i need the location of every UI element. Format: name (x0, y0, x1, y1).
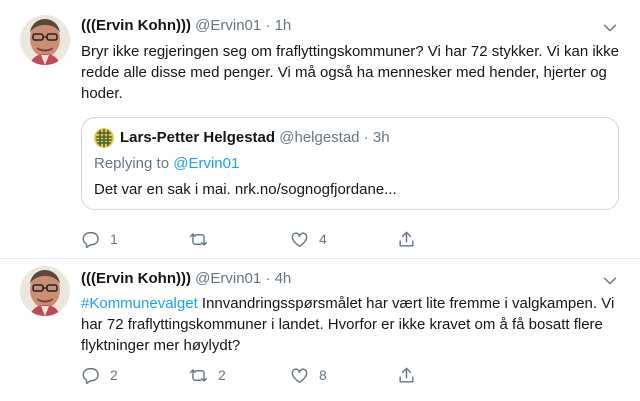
chevron-down-icon[interactable] (602, 273, 618, 289)
share-button[interactable] (397, 228, 416, 250)
reply-count: 2 (110, 367, 118, 383)
share-button[interactable] (397, 364, 416, 386)
quote-separator: · (363, 129, 369, 146)
reply-button[interactable]: 2 (81, 364, 118, 386)
quote-display-name: Lars-Petter Helgestad (120, 129, 276, 146)
avatar[interactable] (20, 15, 70, 65)
reply-button[interactable]: 1 (81, 228, 118, 250)
tweet-actions: 1 4 (81, 228, 621, 250)
replying-prefix: Replying to (94, 155, 174, 172)
like-count: 8 (319, 367, 327, 383)
handle[interactable]: @Ervin01 (195, 270, 261, 287)
display-name[interactable]: (((Ervin Kohn))) (81, 17, 191, 34)
like-count: 4 (319, 231, 327, 247)
reply-icon (81, 230, 100, 249)
quoted-tweet[interactable]: Lars-Petter Helgestad @helgestad · 3h Re… (81, 117, 619, 210)
separator: · (265, 17, 271, 34)
like-icon (290, 366, 309, 385)
retweet-button[interactable]: 2 (189, 364, 226, 386)
retweet-count: 2 (218, 367, 226, 383)
retweet-icon (189, 366, 208, 385)
tweet[interactable]: (((Ervin Kohn))) @Ervin01 · 1h Bryr ikke… (0, 0, 640, 259)
mention-link[interactable]: @Ervin01 (173, 155, 239, 172)
tweet-text: Bryr ikke regjeringen seg om fraflytting… (81, 43, 620, 102)
like-button[interactable]: 4 (290, 228, 327, 250)
tweet-actions: 2 2 8 (81, 364, 621, 386)
tweet[interactable]: (((Ervin Kohn))) @Ervin01 · 4h #Kommunev… (0, 260, 640, 401)
like-icon (290, 230, 309, 249)
like-button[interactable]: 8 (290, 364, 327, 386)
avatar[interactable] (20, 266, 70, 316)
retweet-icon (189, 230, 208, 249)
tweet-header: (((Ervin Kohn))) @Ervin01 · 1h (81, 17, 291, 37)
quote-handle: @helgestad (279, 129, 360, 146)
timestamp[interactable]: 4h (275, 270, 292, 287)
quote-avatar (94, 128, 114, 148)
hashtag-link[interactable]: #Kommunevalget (81, 295, 198, 312)
chevron-down-icon[interactable] (602, 20, 618, 36)
display-name[interactable]: (((Ervin Kohn))) (81, 270, 191, 287)
quote-text: Det var en sak i mai. nrk.no/sognogfjord… (94, 181, 397, 198)
quote-replying-to: Replying to @Ervin01 (94, 155, 239, 172)
tweet-text: #Kommunevalget Innvandringsspørsmålet ha… (81, 293, 621, 356)
reply-icon (81, 366, 100, 385)
reply-count: 1 (110, 231, 118, 247)
separator: · (265, 270, 271, 287)
tweet-header: (((Ervin Kohn))) @Ervin01 · 4h (81, 270, 291, 290)
handle[interactable]: @Ervin01 (195, 17, 261, 34)
timestamp[interactable]: 1h (275, 17, 292, 34)
share-icon (397, 230, 416, 249)
share-icon (397, 366, 416, 385)
quote-header: Lars-Petter Helgestad @helgestad · 3h (120, 129, 390, 146)
retweet-button[interactable] (189, 228, 218, 250)
quote-timestamp: 3h (372, 129, 390, 146)
